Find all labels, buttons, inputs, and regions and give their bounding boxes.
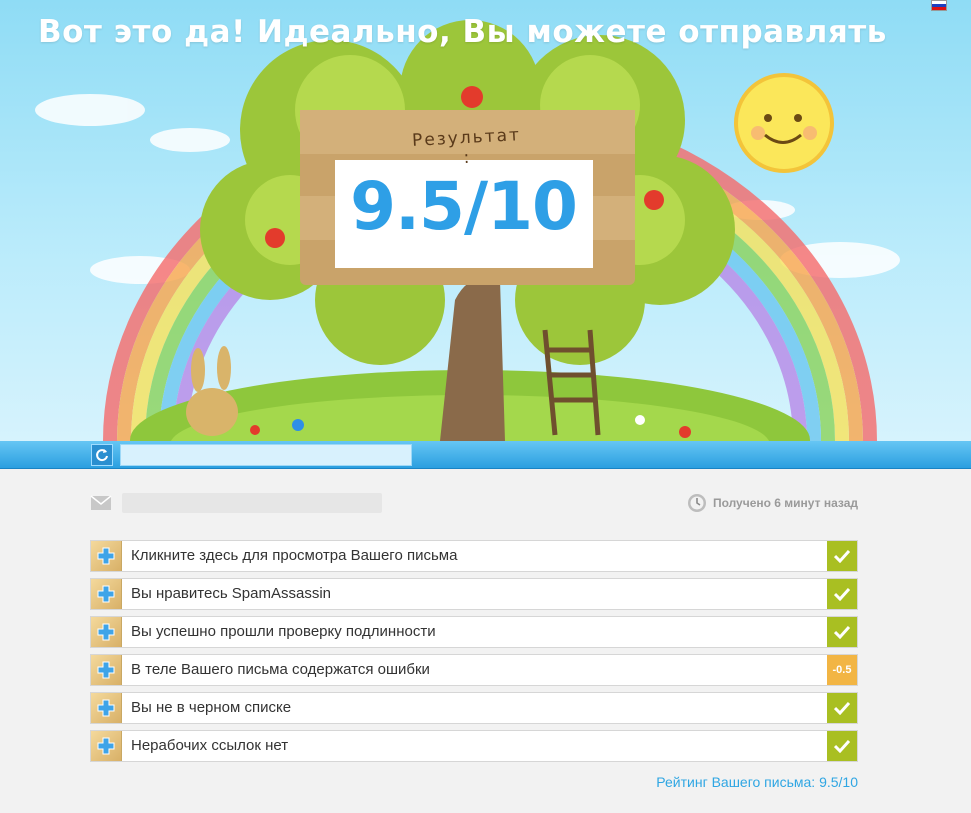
status-badge: [827, 693, 857, 723]
plus-icon: [97, 661, 115, 679]
status-badge: [827, 579, 857, 609]
status-badge: [827, 731, 857, 761]
plus-icon: [97, 585, 115, 603]
sun-icon: [734, 73, 834, 173]
overall-rating-link[interactable]: Рейтинг Вашего письма: 9.5/10: [656, 774, 858, 790]
plus-icon: [97, 737, 115, 755]
score-value: 9.5/10: [350, 168, 578, 245]
received-time: Получено 6 минут назад: [687, 491, 858, 515]
checkmark-icon: [834, 701, 850, 715]
plus-icon: [97, 547, 115, 565]
check-row-blacklist[interactable]: Вы не в черном списке: [90, 692, 858, 724]
expand-button[interactable]: [91, 617, 122, 647]
expand-button[interactable]: [91, 693, 122, 723]
check-label: Вы успешно прошли проверку подлинности: [131, 623, 436, 640]
check-label: Кликните здесь для просмотра Вашего пись…: [131, 547, 458, 564]
url-bar: [0, 441, 971, 469]
check-label: Нерабочих ссылок нет: [131, 737, 289, 754]
russian-flag-icon[interactable]: [931, 0, 947, 11]
checkmark-icon: [834, 549, 850, 563]
meta-row: Получено 6 минут назад: [90, 489, 858, 517]
check-row-view-message[interactable]: Кликните здесь для просмотра Вашего пись…: [90, 540, 858, 572]
plus-icon: [97, 623, 115, 641]
checkmark-icon: [834, 625, 850, 639]
received-text: Получено 6 минут назад: [712, 496, 858, 510]
status-badge: [827, 617, 857, 647]
expand-button[interactable]: [91, 541, 122, 571]
status-badge: [827, 541, 857, 571]
expand-button[interactable]: [91, 731, 122, 761]
check-row-authentication[interactable]: Вы успешно прошли проверку подлинности: [90, 616, 858, 648]
expand-button[interactable]: [91, 655, 122, 685]
hero-banner: Вот это да! Идеально, Вы можете отправля…: [0, 0, 971, 441]
clock-icon: [687, 494, 706, 512]
check-row-body-errors[interactable]: В теле Вашего письма содержатся ошибки -…: [90, 654, 858, 686]
score-label: Результат :: [411, 125, 522, 169]
check-results-list: Кликните здесь для просмотра Вашего пись…: [90, 540, 858, 768]
plus-icon: [97, 699, 115, 717]
penalty-badge: -0.5: [827, 655, 857, 685]
expand-button[interactable]: [91, 579, 122, 609]
checkmark-icon: [834, 587, 850, 601]
checkmark-icon: [834, 739, 850, 753]
check-row-broken-links[interactable]: Нерабочих ссылок нет: [90, 730, 858, 762]
url-field[interactable]: [120, 444, 412, 466]
check-row-spamassassin[interactable]: Вы нравитесь SpamAssassin: [90, 578, 858, 610]
refresh-button[interactable]: [91, 444, 113, 466]
envelope-icon: [90, 495, 112, 510]
check-label: В теле Вашего письма содержатся ошибки: [131, 661, 430, 678]
refresh-icon: [96, 449, 108, 462]
check-label: Вы не в черном списке: [131, 699, 292, 716]
check-label: Вы нравитесь SpamAssassin: [131, 585, 332, 602]
sender-address: [122, 493, 382, 513]
page-title: Вот это да! Идеально, Вы можете отправля…: [38, 14, 887, 50]
